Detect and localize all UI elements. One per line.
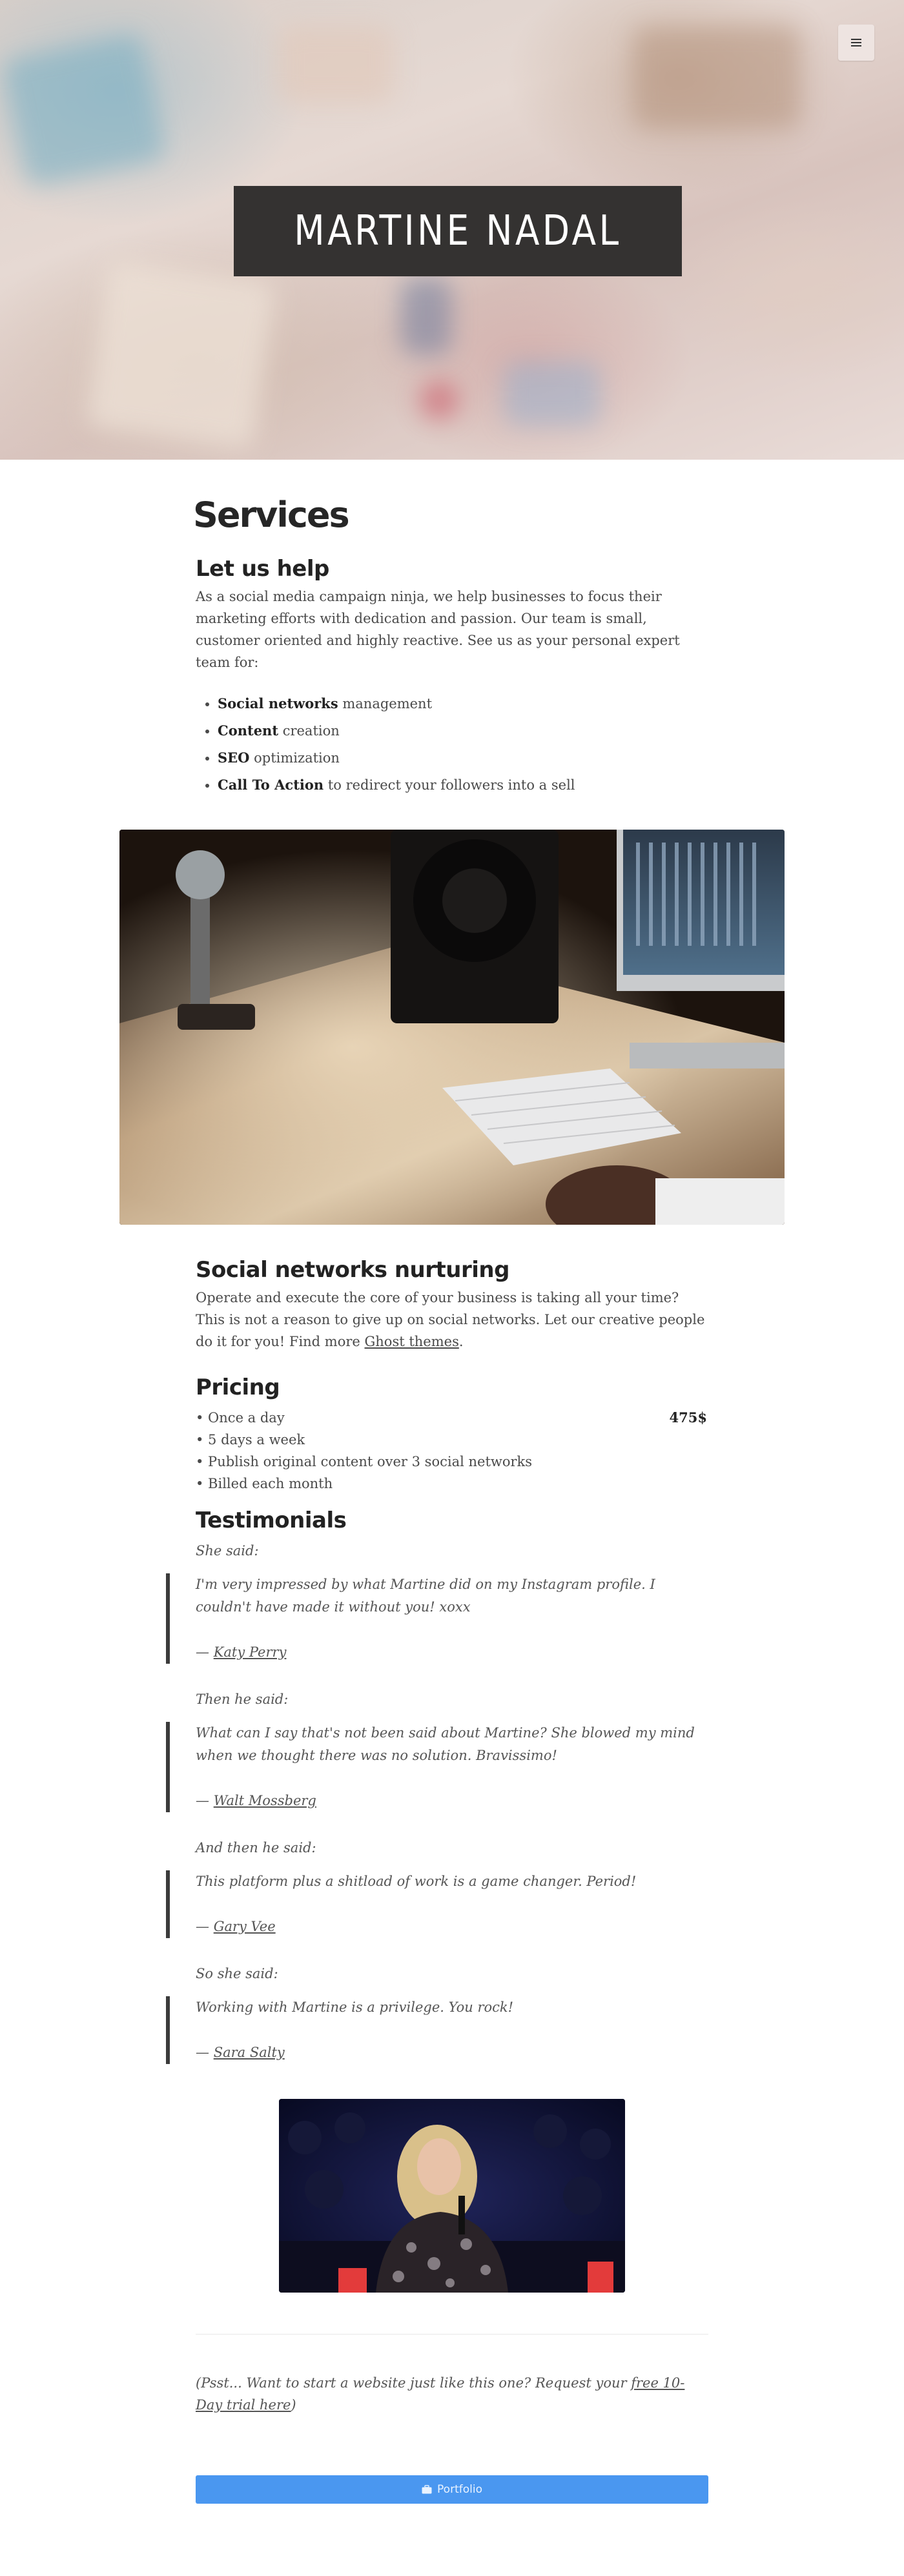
menu-button[interactable] <box>838 25 874 61</box>
services-list: Social networks management Content creat… <box>218 690 708 799</box>
testimonial-intro: So she said: <box>196 1966 278 1981</box>
portfolio-button[interactable]: Portfolio <box>196 2475 708 2504</box>
list-item: • Once a day <box>196 1410 285 1426</box>
hero-background-shape <box>504 362 601 426</box>
portfolio-label: Portfolio <box>437 2483 482 2496</box>
quote-text: What can I say that's not been said abou… <box>196 1725 695 1763</box>
testimonial-intro: And then he said: <box>196 1840 316 1855</box>
testimonial-quote: This platform plus a shitload of work is… <box>166 1870 708 1938</box>
quote-author: — Katy Perry <box>196 1644 287 1660</box>
quote-author: — Walt Mossberg <box>196 1793 316 1808</box>
section-heading-testimonials: Testimonials <box>196 1508 347 1533</box>
quote-text: I'm very impressed by what Martine did o… <box>196 1577 655 1615</box>
nurturing-paragraph: Operate and execute the core of your bus… <box>196 1290 705 1349</box>
hero-banner: MARTINE NADAL <box>0 0 904 460</box>
list-item: • Publish original content over 3 social… <box>196 1454 533 1469</box>
list-item: Call To Action to redirect your follower… <box>218 772 708 799</box>
testimonial-quote: I'm very impressed by what Martine did o… <box>166 1573 708 1664</box>
testimonial-intro: Then he said: <box>196 1692 289 1707</box>
section-heading-pricing: Pricing <box>196 1375 280 1400</box>
quote-text: This platform plus a shitload of work is… <box>196 1874 637 1889</box>
hero-background-shape <box>1 32 167 188</box>
hero-background-shape <box>420 381 458 420</box>
site-title[interactable]: MARTINE NADAL <box>294 207 621 255</box>
details-section: Social networks nurturing Operate and ex… <box>166 1257 708 2064</box>
page-title: Services <box>193 495 350 535</box>
hero-background-shape <box>278 26 394 103</box>
pricing-row: • Once a day • 5 days a week • Publish o… <box>196 1407 708 1495</box>
list-item: SEO optimization <box>218 744 708 772</box>
footer-section: (Psst... Want to start a website just li… <box>196 2334 708 2504</box>
hero-background-shape <box>400 278 452 355</box>
author-link[interactable]: Katy Perry <box>214 1644 287 1660</box>
hero-background-shape <box>86 260 276 450</box>
hero-background-shape <box>633 26 801 129</box>
section-heading-nurturing: Social networks nurturing <box>196 1257 509 1283</box>
studio-desk-illustration <box>119 830 785 1225</box>
quote-text: Working with Martine is a privilege. You… <box>196 1999 514 2015</box>
services-section: Services Let us help As a social media c… <box>193 495 708 799</box>
list-item: • 5 days a week <box>196 1432 305 1447</box>
reaction-illustration <box>279 2099 625 2293</box>
author-link[interactable]: Sara Salty <box>214 2045 285 2060</box>
hamburger-menu-icon <box>851 39 861 46</box>
site-title-plate: MARTINE NADAL <box>234 186 682 276</box>
quote-author: — Sara Salty <box>196 2045 285 2060</box>
ghost-themes-link[interactable]: Ghost themes <box>365 1334 459 1349</box>
pricing-list: • Once a day • 5 days a week • Publish o… <box>196 1407 532 1495</box>
reaction-photo <box>279 2099 625 2293</box>
section-heading-let-us-help: Let us help <box>196 556 329 582</box>
briefcase-icon <box>422 2485 432 2494</box>
studio-desk-photo <box>119 830 785 1225</box>
author-link[interactable]: Gary Vee <box>214 1919 276 1934</box>
list-item: Content creation <box>218 717 708 744</box>
divider <box>196 2334 708 2335</box>
testimonial-quote: Working with Martine is a privilege. You… <box>166 1996 708 2064</box>
list-item: Social networks management <box>218 690 708 717</box>
let-us-help-paragraph: As a social media campaign ninja, we hel… <box>196 589 680 670</box>
testimonial-quote: What can I say that's not been said abou… <box>166 1722 708 1812</box>
trial-note: (Psst... Want to start a website just li… <box>196 2375 685 2413</box>
price-value: 475$ <box>669 1409 707 1426</box>
author-link[interactable]: Walt Mossberg <box>214 1793 316 1808</box>
list-item: • Billed each month <box>196 1476 333 1491</box>
testimonial-intro: She said: <box>196 1543 259 1559</box>
quote-author: — Gary Vee <box>196 1919 276 1934</box>
